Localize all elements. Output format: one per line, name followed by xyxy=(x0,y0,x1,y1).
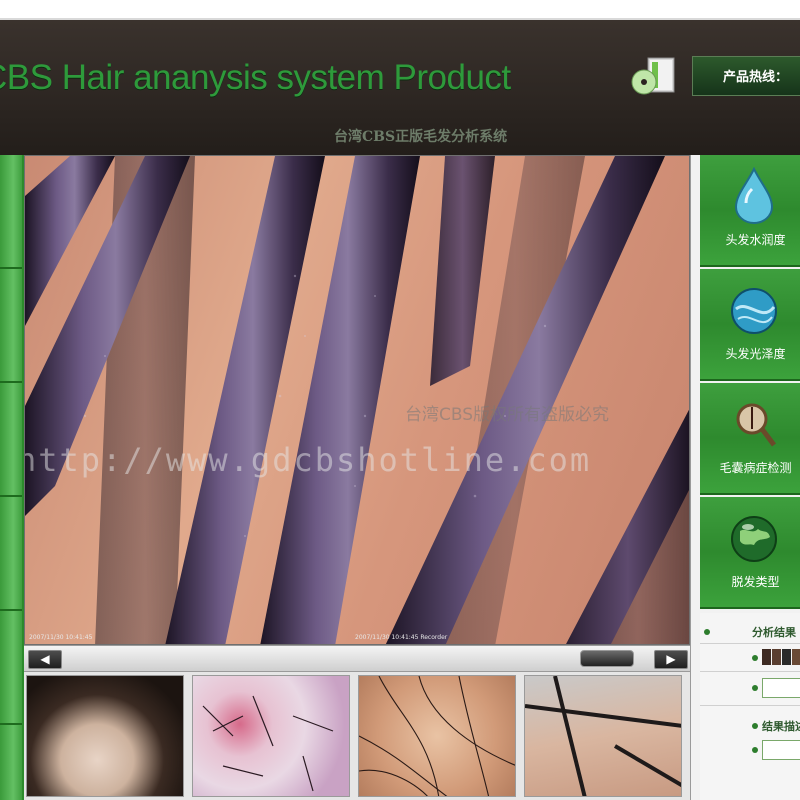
divider xyxy=(700,705,800,706)
thumbnail-scalp-skin[interactable] xyxy=(192,675,350,797)
feature-label: 脱发类型 xyxy=(731,575,780,589)
scroll-thumb[interactable] xyxy=(580,650,634,667)
scroll-right-button[interactable]: ▶ xyxy=(654,650,688,669)
bullet-icon xyxy=(752,685,758,691)
microscope-viewport[interactable]: 台湾CBS版权所有盗版必究 http://www.gdcbshotline.co… xyxy=(24,155,690,645)
thumbnail-strip xyxy=(24,672,690,800)
arrow-right-icon: ▶ xyxy=(666,652,676,666)
thumbnail-hair-strands[interactable] xyxy=(524,675,682,797)
feature-label: 头发水润度 xyxy=(725,233,786,247)
thumbnail-scalp-top[interactable] xyxy=(26,675,184,797)
feature-label: 毛囊病症检测 xyxy=(719,461,792,475)
left-nav-tab[interactable] xyxy=(0,497,22,611)
software-disc-icon xyxy=(628,56,684,100)
header: CBS Hair ananysis system Product 台湾CBS正版… xyxy=(0,20,800,155)
bullet-icon xyxy=(752,723,758,729)
arrow-left-icon: ◀ xyxy=(40,652,50,666)
analysis-result-label: 分析结果 xyxy=(752,626,796,639)
product-subtitle: 台湾CBS正版毛发分析系统 xyxy=(334,129,508,145)
capture-timestamp-secondary: 2007/11/30 10:41:45 Recorder xyxy=(355,634,448,641)
bullet-icon xyxy=(752,747,758,753)
result-color-swatches xyxy=(762,649,800,665)
result-description-field[interactable] xyxy=(762,740,800,760)
feature-button-hair-loss[interactable]: 脱发类型 xyxy=(700,497,800,609)
divider xyxy=(700,643,800,644)
app-window: CBS Hair ananysis system Product 台湾CBS正版… xyxy=(0,0,800,800)
left-nav-strip xyxy=(0,155,24,800)
right-feature-panel: 头发水润度 头发光泽度 毛囊病症检测 脱发类型 分析结果 结果描 xyxy=(690,155,800,800)
feature-button-follicle[interactable]: 毛囊病症检测 xyxy=(700,383,800,495)
feature-button-moisture[interactable]: 头发水润度 xyxy=(700,155,800,267)
image-scrollbar[interactable]: ◀ ▶ xyxy=(24,645,690,672)
result-description-label: 结果描述 xyxy=(762,720,800,733)
color-swatch xyxy=(762,649,771,665)
watermark-text: 台湾CBS版权所有盗版必究 xyxy=(405,405,610,425)
left-nav-tab[interactable] xyxy=(0,383,22,497)
left-nav-tab[interactable] xyxy=(0,155,22,269)
color-swatch xyxy=(772,649,781,665)
globe-icon xyxy=(731,516,777,562)
feature-label: 头发光泽度 xyxy=(725,347,786,361)
bullet-icon xyxy=(704,629,710,635)
water-drop-icon xyxy=(734,166,774,224)
product-title: CBS Hair ananysis system Product xyxy=(0,58,511,97)
watermark-url: http://www.gdcbshotline.com xyxy=(24,441,592,479)
results-panel: 分析结果 结果描述 xyxy=(700,613,800,800)
analysis-result-field[interactable] xyxy=(762,678,800,698)
color-swatch xyxy=(792,649,800,665)
divider xyxy=(700,671,800,672)
left-nav-tab[interactable] xyxy=(0,269,22,383)
hotline-label: 产品热线： xyxy=(723,70,789,85)
feature-button-gloss[interactable]: 头发光泽度 xyxy=(700,269,800,381)
left-nav-tab[interactable] xyxy=(0,611,22,725)
magnifier-follicle-icon xyxy=(736,403,776,447)
capture-timestamp: 2007/11/30 10:41:45 xyxy=(29,634,93,641)
scroll-left-button[interactable]: ◀ xyxy=(28,650,62,669)
color-swatch xyxy=(782,649,791,665)
glossy-sphere-icon xyxy=(731,288,777,334)
thumbnail-hair-roots[interactable] xyxy=(358,675,516,797)
bullet-icon xyxy=(752,655,758,661)
left-nav-tab[interactable] xyxy=(0,725,22,800)
hotline-box: 产品热线： xyxy=(692,56,800,96)
